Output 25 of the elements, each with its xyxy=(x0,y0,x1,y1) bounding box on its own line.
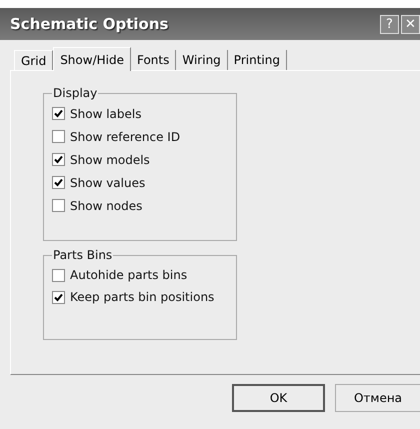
checkbox-label: Autohide parts bins xyxy=(70,267,188,284)
group-label: Display xyxy=(52,86,98,100)
checkbox-label: Keep parts bin positions xyxy=(70,289,214,306)
tab[interactable]: Printing xyxy=(228,50,287,70)
ok-button[interactable]: OK xyxy=(232,384,325,412)
checkbox[interactable] xyxy=(52,130,65,143)
checkbox-label: Show labels xyxy=(70,106,142,122)
checkbox[interactable] xyxy=(52,153,65,166)
checkbox-label: Show models xyxy=(70,152,150,168)
checkbox-label: Show values xyxy=(70,174,146,192)
checkbox[interactable] xyxy=(52,290,65,304)
tab[interactable]: Fonts xyxy=(130,50,176,70)
help-button[interactable]: ? xyxy=(380,14,399,34)
checkbox[interactable] xyxy=(52,199,65,212)
window-title: Schematic Options xyxy=(10,14,168,35)
checkbox[interactable] xyxy=(52,107,65,120)
close-button[interactable]: ✕ xyxy=(401,14,420,34)
checkbox[interactable] xyxy=(52,268,65,282)
tab[interactable]: Show/Hide xyxy=(53,47,131,71)
cancel-button[interactable]: Отмена xyxy=(335,384,420,412)
group-label: Parts Bins xyxy=(52,248,114,262)
checkbox-label: Show reference ID xyxy=(70,128,180,146)
checkbox-label: Show nodes xyxy=(70,198,142,214)
checkbox[interactable] xyxy=(52,176,65,189)
tab[interactable]: Wiring xyxy=(176,50,228,70)
